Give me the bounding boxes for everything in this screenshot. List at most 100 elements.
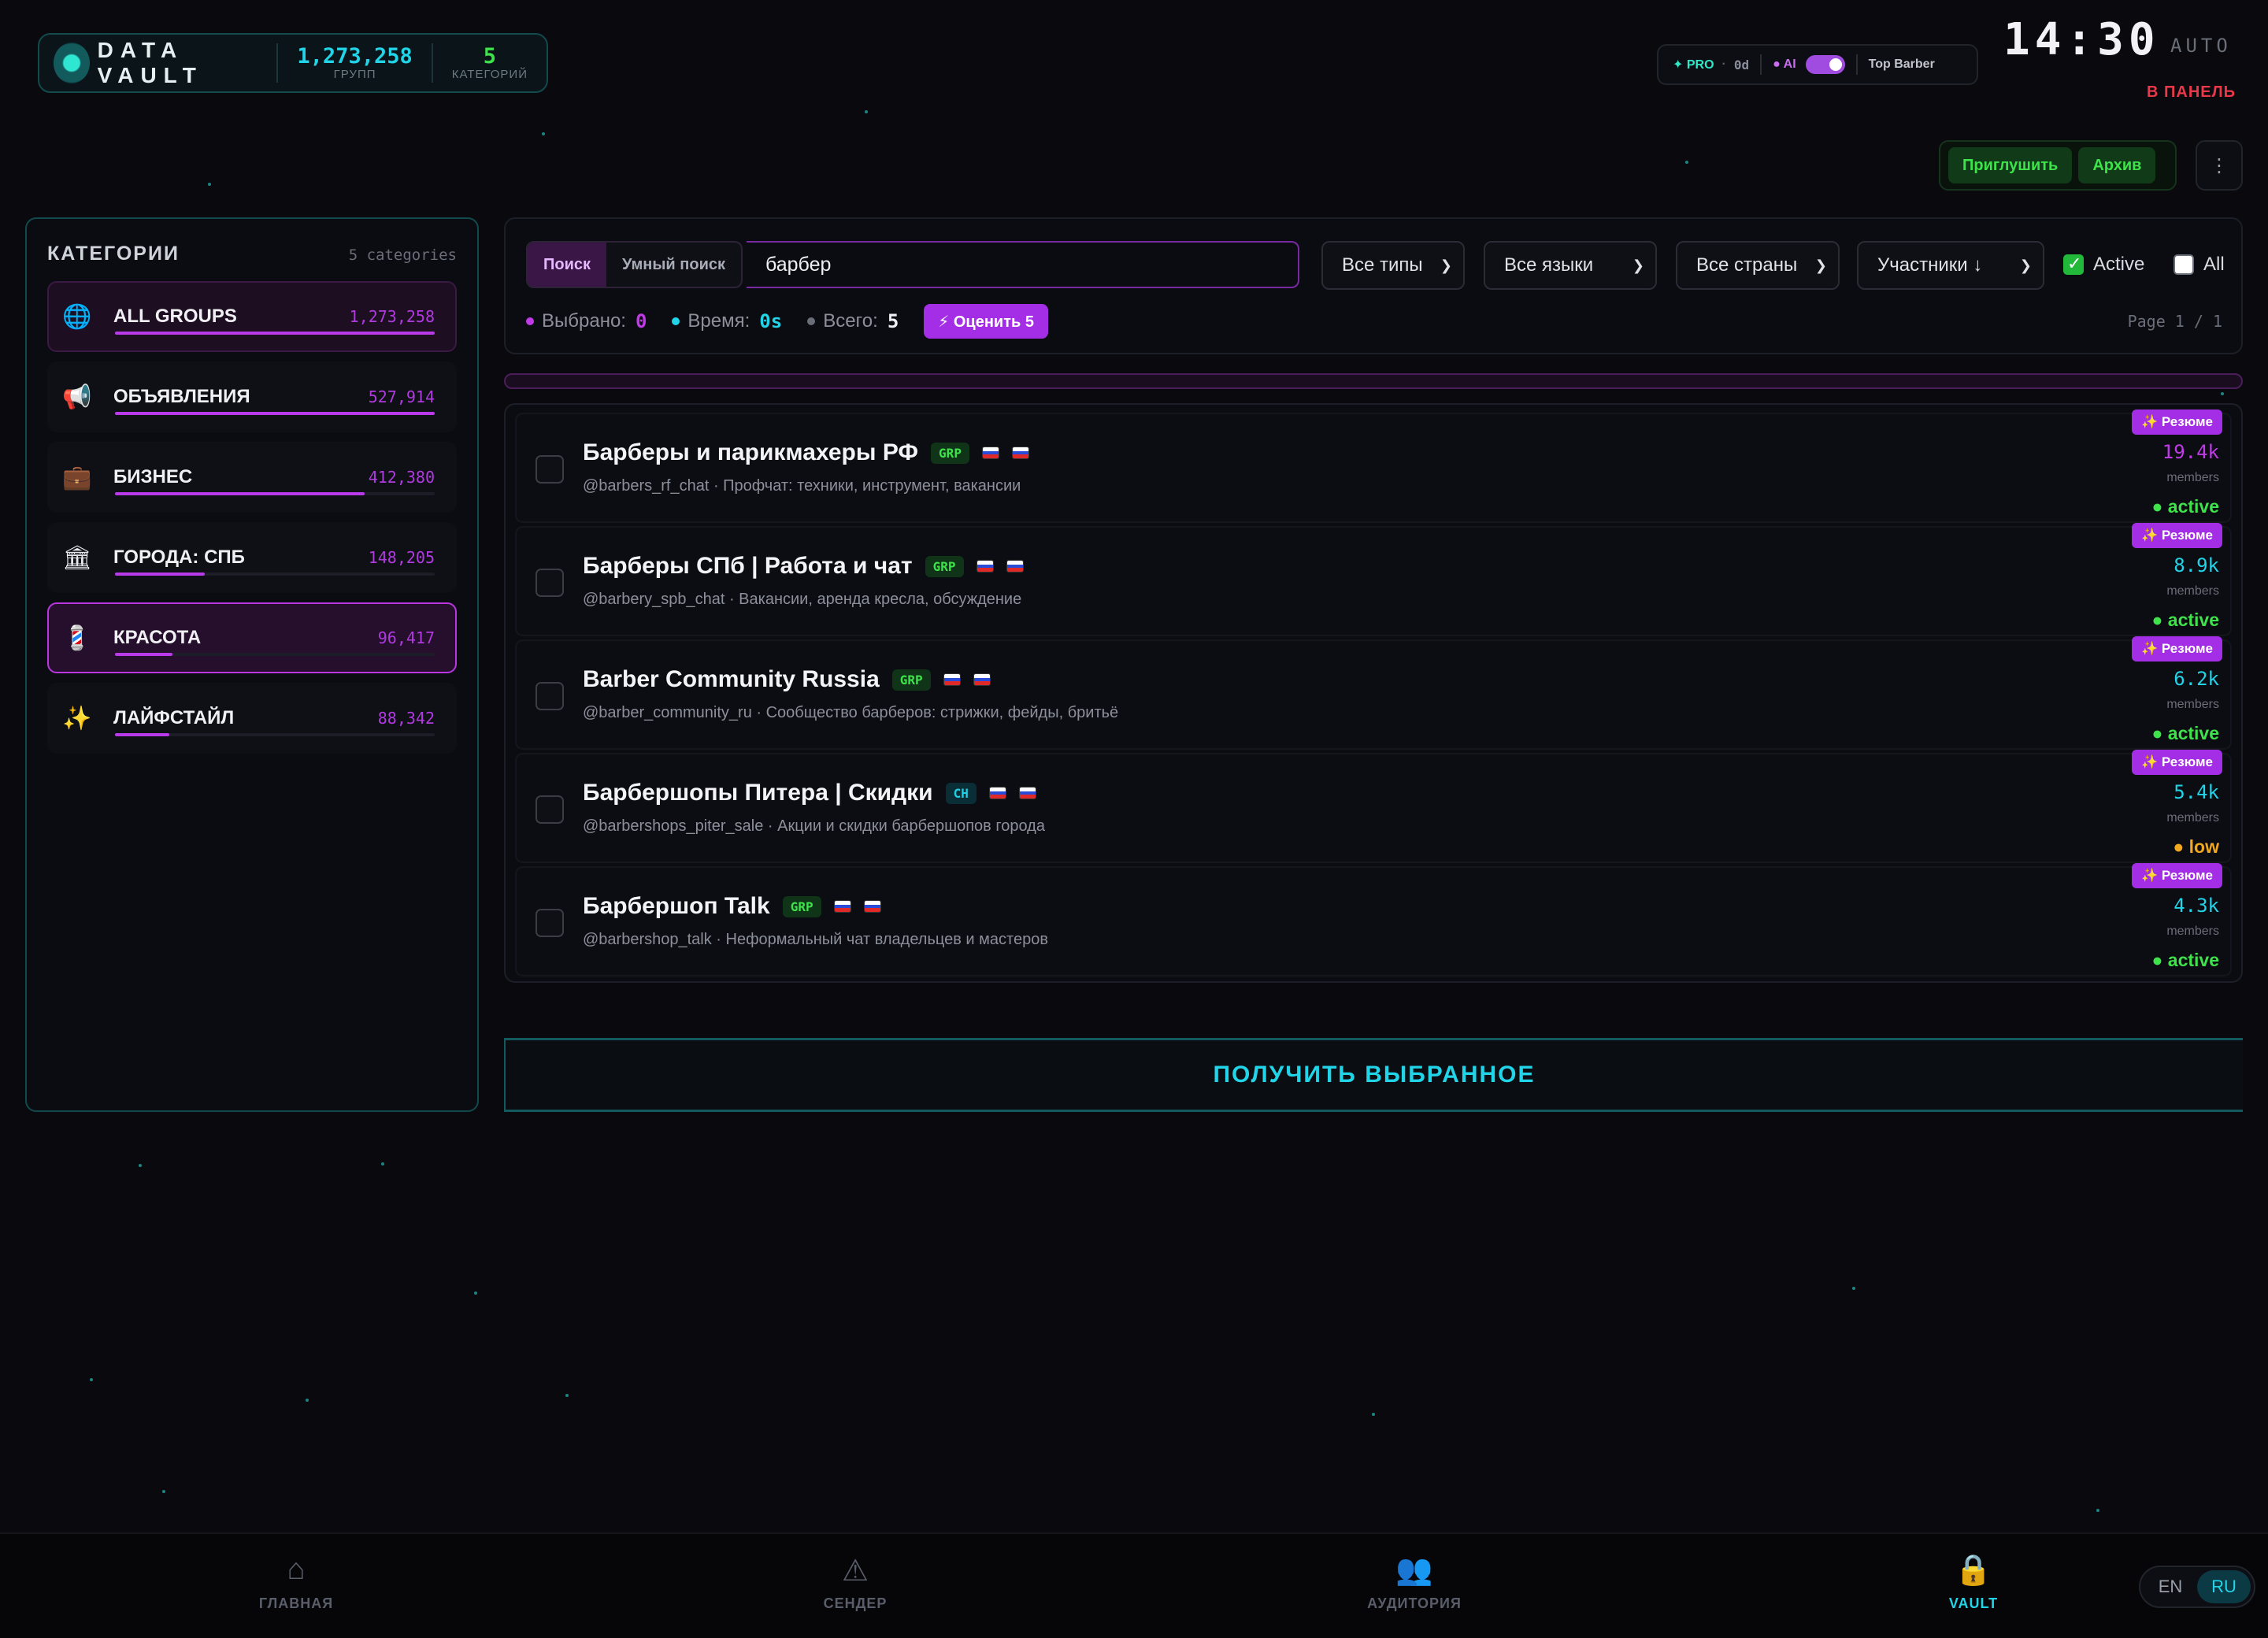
- category-count: 148,205: [368, 548, 435, 567]
- chevron-down-icon: ❯: [1814, 257, 1827, 273]
- activity-status: ● active: [2151, 610, 2220, 630]
- nav-label: VAULT: [1948, 1595, 1999, 1611]
- members-count: 4.3k: [2174, 895, 2219, 917]
- classical-building-icon: 🏛: [61, 544, 93, 571]
- clock-mode[interactable]: AUTO: [2170, 35, 2232, 57]
- groups-stat: 1,273,258 ГРУПП: [276, 43, 431, 83]
- sort-select-value: Участники ↓: [1877, 254, 1983, 276]
- group-name[interactable]: Барбершопы Питера | Скидки: [583, 780, 933, 806]
- divider: [1855, 54, 1858, 75]
- group-name[interactable]: Барберы и парикмахеры РФ: [583, 439, 918, 466]
- result-row[interactable]: Barber Community Russia GRP @barber_commun…: [515, 636, 2232, 750]
- category-lifestyle[interactable]: ✨ ЛАЙФСТАЙЛ 88,342: [47, 683, 457, 754]
- ai-toggle[interactable]: [1805, 55, 1845, 74]
- barber-pole-icon: 💈: [62, 624, 92, 651]
- separator-dot: ·: [1721, 57, 1726, 71]
- result-row[interactable]: Барберы СПб | Работа и чат GRP @barbery_sp…: [515, 523, 2232, 636]
- more-menu-icon[interactable]: ⋮: [2196, 140, 2243, 191]
- nav-vault[interactable]: 🔒 VAULT: [1895, 1553, 2052, 1612]
- type-select[interactable]: Все типы ❯: [1321, 241, 1465, 290]
- category-bar: [115, 573, 435, 576]
- group-description: @barbers_rf_chat · Профчат: техники, инс…: [583, 477, 1021, 495]
- tab-search[interactable]: Поиск: [528, 243, 607, 287]
- nav-home[interactable]: ⌂ ГЛАВНАЯ: [217, 1553, 375, 1612]
- category-bar: [115, 492, 435, 495]
- row-checkbox[interactable]: [536, 569, 564, 597]
- russia-flag-icon: [981, 447, 999, 459]
- group-name[interactable]: Барбершоп Talk: [583, 893, 770, 920]
- resume-button[interactable]: ✨ Резюме: [2131, 410, 2222, 435]
- invite-button[interactable]: Приглушить: [1948, 147, 2073, 183]
- globe-icon: 🌐: [62, 303, 92, 330]
- active-filter[interactable]: Active: [2063, 254, 2144, 276]
- category-bar: [115, 412, 435, 415]
- page-indicator: Page 1 / 1: [2127, 312, 2222, 331]
- resume-button[interactable]: ✨ Резюме: [2131, 636, 2222, 662]
- clock-time: 14:30: [2003, 14, 2160, 65]
- country-select-value: Все страны: [1696, 254, 1798, 276]
- category-count: 88,342: [377, 709, 435, 728]
- get-selected-button[interactable]: ПОЛУЧИТЬ ВЫБРАННОЕ: [504, 1038, 2243, 1112]
- all-filter[interactable]: All: [2174, 254, 2225, 276]
- sort-select[interactable]: Участники ↓ ❯: [1857, 241, 2044, 290]
- search-stats: Выбрано: 0 Время: 0s Всего: 5 ⚡ Оценить …: [526, 304, 1048, 339]
- result-row[interactable]: Барбершоп Talk GRP @barbershop_talk · Нефо…: [515, 863, 2232, 976]
- category-beauty[interactable]: 💈 КРАСОТА 96,417: [47, 602, 457, 673]
- total-stat: Всего: 5: [807, 310, 899, 332]
- type-tag: GRP: [891, 669, 931, 691]
- archive-button[interactable]: Архив: [2078, 147, 2156, 183]
- nav-audience[interactable]: 👥 АУДИТОРИЯ: [1336, 1553, 1493, 1612]
- row-title-line: Барбершопы Питера | Скидки CH: [583, 780, 1036, 806]
- row-checkbox[interactable]: [536, 455, 564, 484]
- group-name[interactable]: Барберы СПб | Работа и чат: [583, 553, 913, 580]
- tab-smart-search[interactable]: Умный поиск: [606, 243, 741, 287]
- row-checkbox[interactable]: [536, 682, 564, 710]
- group-name[interactable]: Barber Community Russia: [583, 666, 880, 693]
- row-title-line: Барберы СПб | Работа и чат GRP: [583, 553, 1024, 580]
- country-select[interactable]: Все страны ❯: [1676, 241, 1840, 290]
- category-bar: [115, 733, 435, 736]
- row-checkbox[interactable]: [536, 909, 564, 937]
- pro-badge: ✦ PRO: [1673, 58, 1714, 72]
- category-label: ЛАЙФСТАЙЛ: [113, 707, 235, 728]
- category-business[interactable]: 💼 БИЗНЕС 412,380: [47, 442, 457, 513]
- category-all-groups[interactable]: 🌐 ALL GROUPS 1,273,258: [47, 281, 457, 352]
- ai-label: ● AI: [1773, 57, 1796, 71]
- to-panel-link[interactable]: В ПАНЕЛЬ: [2147, 83, 2236, 102]
- sidebar-count: 5 categories: [348, 246, 457, 264]
- lang-en[interactable]: EN: [2144, 1570, 2197, 1603]
- resume-button[interactable]: ✨ Резюме: [2131, 523, 2222, 548]
- results-list: Барберы и парикмахеры РФ GRP @barbers_rf_c…: [504, 403, 2243, 983]
- russia-flag-icon: [976, 560, 994, 573]
- groups-label: ГРУПП: [333, 67, 376, 81]
- russia-flag-icon: [1018, 787, 1036, 799]
- active-checkbox[interactable]: [2063, 254, 2084, 275]
- group-description: @barbershops_piter_sale · Акции и скидки…: [583, 817, 1045, 835]
- group-description: @barbershop_talk · Неформальный чат влад…: [583, 931, 1048, 948]
- time-value: 0s: [759, 310, 783, 332]
- category-cities-spb[interactable]: 🏛 ГОРОДА: СПБ 148,205: [47, 522, 457, 593]
- nav-sender[interactable]: ⚠ СЕНДЕР: [776, 1553, 934, 1612]
- rate-button[interactable]: ⚡ Оценить 5: [924, 304, 1048, 339]
- result-row[interactable]: Барберы и парикмахеры РФ GRP @barbers_rf_c…: [515, 410, 2232, 523]
- user-name: Top Barber: [1868, 57, 1935, 71]
- quick-actions: Приглушить Архив: [1939, 140, 2177, 191]
- search-input[interactable]: барбер: [747, 241, 1299, 288]
- members-count: 6.2k: [2174, 668, 2219, 690]
- lang-ru[interactable]: RU: [2197, 1570, 2251, 1603]
- resume-button[interactable]: ✨ Резюме: [2131, 750, 2222, 775]
- resume-button[interactable]: ✨ Резюме: [2131, 863, 2222, 888]
- row-checkbox[interactable]: [536, 795, 564, 824]
- category-bar: [115, 653, 435, 656]
- lock-icon: 🔒: [1955, 1554, 1992, 1587]
- chevron-down-icon: ❯: [1440, 257, 1452, 273]
- type-select-value: Все типы: [1342, 254, 1423, 276]
- all-checkbox[interactable]: [2174, 254, 2194, 275]
- members-label: members: [2166, 698, 2219, 711]
- language-select[interactable]: Все языки ❯: [1484, 241, 1657, 290]
- result-row[interactable]: Барбершопы Питера | Скидки CH @barbershops…: [515, 750, 2232, 863]
- category-label: ALL GROUPS: [113, 306, 237, 327]
- type-tag: CH: [945, 782, 976, 804]
- category-count: 527,914: [368, 387, 435, 406]
- category-ads[interactable]: 📢 ОБЪЯВЛЕНИЯ 527,914: [47, 361, 457, 432]
